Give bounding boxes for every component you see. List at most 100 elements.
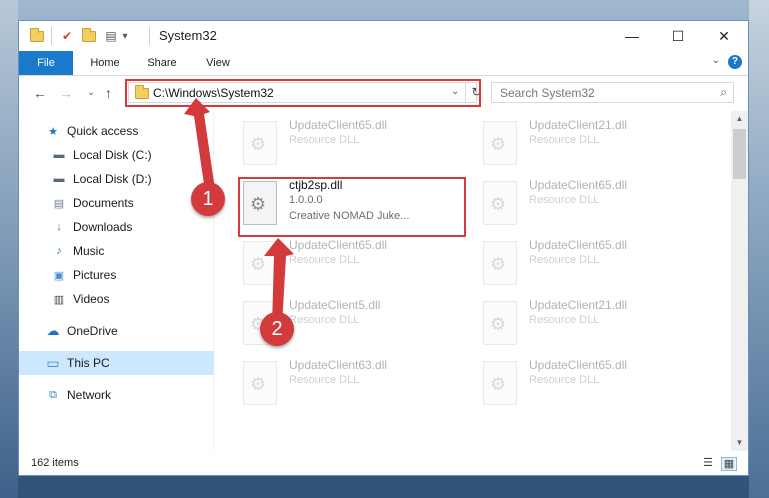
item-count: 162 items: [31, 457, 79, 469]
sidebar-item-label: Music: [73, 244, 105, 258]
sidebar-item-downloads[interactable]: ↓ Downloads ✦: [19, 215, 245, 239]
maximize-button[interactable]: ☐: [655, 21, 701, 51]
vertical-scrollbar[interactable]: ▲ ▼: [731, 111, 748, 451]
forward-button[interactable]: →: [59, 85, 73, 101]
search-placeholder: Search System32: [500, 86, 595, 100]
file-name: UpdateClient63.dll: [289, 358, 388, 372]
file-tile[interactable]: UpdateClient21.dll Resource DLL: [479, 115, 709, 171]
search-icon: ⌕: [720, 85, 727, 99]
file-tile[interactable]: UpdateClient65.dll Resource DLL: [479, 175, 709, 231]
sidebar-item-label: Videos: [73, 292, 110, 306]
search-input[interactable]: Search System32 ⌕: [491, 82, 734, 103]
dll-file-icon: [483, 361, 517, 405]
ribbon-collapse-icon[interactable]: ⌄: [712, 55, 720, 66]
back-button[interactable]: ←: [33, 85, 47, 101]
file-type: Resource DLL: [289, 254, 360, 266]
sidebar-item-label: Local Disk (C:): [73, 148, 152, 162]
sidebar-item-label: Pictures: [73, 268, 117, 282]
star-icon: ★: [48, 125, 58, 138]
sidebar-item-music[interactable]: ♪ Music ✦: [19, 239, 245, 263]
video-icon: ▥: [53, 293, 65, 306]
properties-icon[interactable]: ✔: [59, 28, 75, 44]
window-title: System32: [159, 28, 217, 43]
file-explorer-window: ✔ ▤ ▾ System32 — ☐ ✕ File Home Share Vie…: [18, 20, 749, 476]
navigation-pane: ★ Quick access ▬ Local Disk (C:) ▬ Local…: [19, 111, 239, 451]
file-type: Resource DLL: [529, 194, 600, 206]
folder-icon: [29, 27, 45, 44]
dll-file-icon: [243, 241, 277, 285]
network-icon: ⧉: [49, 388, 57, 401]
sidebar-item-label: OneDrive: [67, 324, 118, 338]
tab-file[interactable]: File: [19, 51, 73, 75]
music-icon: ♪: [56, 245, 62, 257]
sidebar-item-label: This PC: [67, 356, 110, 370]
file-highlight-box: [238, 177, 466, 237]
scroll-down-icon[interactable]: ▼: [731, 435, 748, 451]
address-highlight-box: [125, 79, 481, 107]
sidebar-item-local-disk-c[interactable]: ▬ Local Disk (C:): [19, 143, 245, 167]
scrollbar-thumb[interactable]: [733, 129, 746, 179]
dll-file-icon: [483, 181, 517, 225]
dll-file-icon: [483, 301, 517, 345]
cloud-icon: ☁: [46, 323, 60, 338]
download-icon: ↓: [56, 221, 62, 233]
file-name: UpdateClient65.dll: [289, 118, 388, 132]
drive-icon: ▬: [53, 149, 65, 161]
file-name: UpdateClient65.dll: [529, 358, 628, 372]
file-tile[interactable]: UpdateClient63.dll Resource DLL: [239, 355, 469, 411]
desktop-background-right: [749, 0, 769, 498]
file-type: Resource DLL: [529, 314, 600, 326]
file-name: UpdateClient21.dll: [529, 298, 628, 312]
tab-home[interactable]: Home: [81, 51, 129, 75]
drive-icon: ▬: [53, 173, 65, 185]
file-type: Resource DLL: [529, 134, 600, 146]
file-tile[interactable]: UpdateClient65.dll Resource DLL: [479, 355, 709, 411]
callout-badge-2: 2: [260, 312, 294, 346]
dll-file-icon: [483, 121, 517, 165]
sidebar-item-this-pc[interactable]: ▭ This PC: [19, 351, 239, 375]
ribbon-tabs: File Home Share View ⌄ ?: [19, 51, 748, 76]
dll-file-icon: [243, 121, 277, 165]
file-name: UpdateClient65.dll: [289, 238, 388, 252]
sidebar-item-label: Quick access: [67, 124, 139, 138]
file-type: Resource DLL: [529, 374, 600, 386]
file-type: Resource DLL: [289, 314, 360, 326]
details-view-icon[interactable]: ☰: [701, 457, 715, 469]
title-bar: ✔ ▤ ▾ System32 — ☐ ✕: [19, 21, 748, 51]
file-type: Resource DLL: [289, 134, 360, 146]
toolbar-separator: [51, 27, 52, 45]
sidebar-item-pictures[interactable]: ▣ Pictures ✦: [19, 263, 245, 287]
up-button[interactable]: ↑: [105, 85, 112, 101]
sidebar-item-onedrive[interactable]: ☁ OneDrive: [19, 319, 239, 343]
toolbar-dropdown-icon[interactable]: ▾: [119, 28, 131, 44]
file-type: Resource DLL: [529, 254, 600, 266]
picture-icon: ▣: [53, 269, 65, 282]
file-tile[interactable]: UpdateClient65.dll Resource DLL: [239, 115, 469, 171]
help-button[interactable]: ?: [728, 55, 742, 69]
dll-file-icon: [483, 241, 517, 285]
file-tile[interactable]: UpdateClient65.dll Resource DLL: [239, 235, 469, 291]
recent-locations-button[interactable]: ⌄: [87, 87, 95, 98]
desktop-background-left: [0, 0, 18, 498]
minimize-button[interactable]: —: [609, 21, 655, 51]
scroll-up-icon[interactable]: ▲: [731, 111, 748, 127]
dll-file-icon: [243, 361, 277, 405]
computer-icon: ▭: [46, 354, 60, 371]
sidebar-item-label: Documents: [73, 196, 134, 210]
file-list: UpdateClient65.dll Resource DLL UpdateCl…: [214, 111, 729, 451]
new-folder-icon[interactable]: [81, 27, 97, 44]
tab-share[interactable]: Share: [137, 51, 187, 75]
sidebar-item-label: Downloads: [73, 220, 133, 234]
file-tile[interactable]: UpdateClient21.dll Resource DLL: [479, 295, 709, 351]
customize-toolbar-icon[interactable]: ▤: [103, 28, 119, 44]
tab-view[interactable]: View: [195, 51, 241, 75]
file-tile[interactable]: UpdateClient65.dll Resource DLL: [479, 235, 709, 291]
sidebar-item-quick-access[interactable]: ★ Quick access: [19, 119, 239, 143]
file-name: UpdateClient65.dll: [529, 238, 628, 252]
close-button[interactable]: ✕: [701, 21, 747, 51]
tiles-view-icon[interactable]: ▦: [721, 457, 737, 471]
file-name: UpdateClient5.dll: [289, 298, 381, 312]
sidebar-item-videos[interactable]: ▥ Videos ✦: [19, 287, 245, 311]
sidebar-item-network[interactable]: ⧉ Network: [19, 383, 239, 407]
status-bar: 162 items ☰ ▦: [19, 453, 748, 475]
